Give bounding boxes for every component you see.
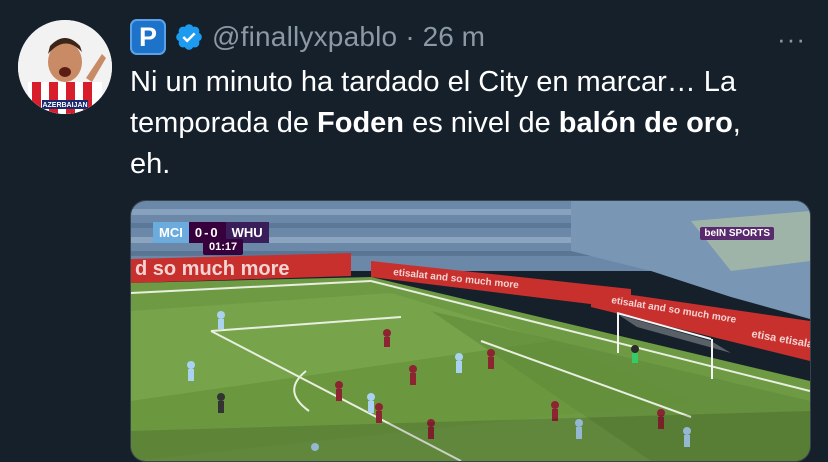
home-team: MCI (153, 221, 189, 243)
avatar[interactable]: AZERBAIJAN (18, 20, 112, 114)
tweet-text-part: es nivel de (404, 107, 559, 139)
verified-badge-icon[interactable] (174, 22, 204, 52)
avatar-sponsor-text: AZERBAIJAN (42, 102, 87, 109)
match-clock: 01:17 (203, 239, 244, 255)
ad-board-text: d so much more (135, 258, 289, 280)
author-handle[interactable]: @finallyxpablo (212, 21, 397, 53)
more-options-icon[interactable]: ··· (777, 24, 806, 55)
tweet-text: Ni un minuto ha tardado el City en marca… (130, 62, 810, 185)
p-badge-icon: P (130, 19, 166, 55)
tweet-timestamp[interactable]: 26 m (423, 21, 485, 53)
separator-dot: · (405, 21, 415, 52)
tweet-text-bold: Foden (317, 107, 405, 139)
tweet-header: P @finallyxpablo · 26 m (130, 16, 485, 58)
tweet-text-bold: balón de oro (558, 107, 733, 139)
broadcaster-logo: beIN SPORTS (700, 227, 774, 240)
tweet-video[interactable]: d so much more etisalat and so much more… (130, 200, 811, 462)
